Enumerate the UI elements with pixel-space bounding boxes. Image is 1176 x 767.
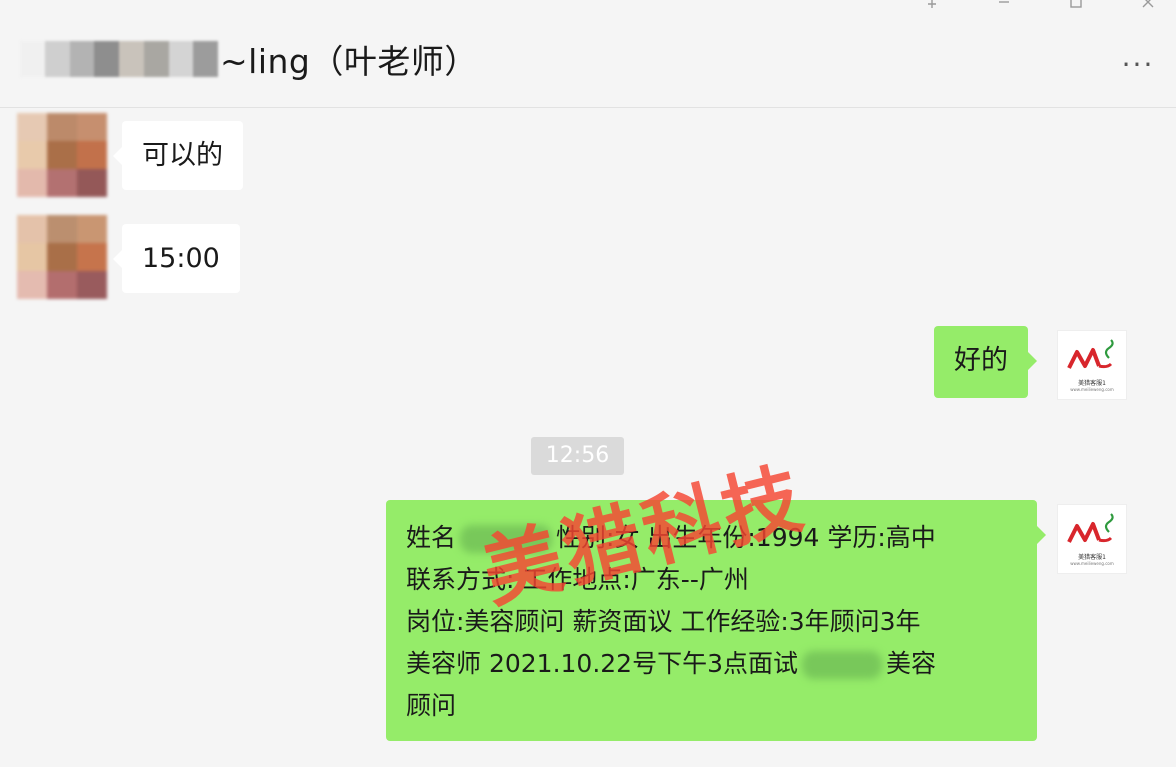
incoming-message[interactable]: 15:00 (113, 224, 240, 293)
incoming-message[interactable]: 可以的 (113, 121, 243, 190)
outgoing-message-long[interactable]: 姓名 性别:女 出生年份:1994 学历:高中 联系方式: 工作地点:广东--广州… (386, 500, 1046, 741)
chat-window: ~ling（叶老师） ··· 可以的 15:00 好的 美猎客服1 www.me… (0, 0, 1176, 767)
self-avatar[interactable]: 美猎客服1 www.meilieweng.com (1057, 330, 1127, 400)
contact-avatar[interactable] (17, 113, 107, 197)
maximize-icon[interactable] (1062, 0, 1090, 10)
window-controls (918, 0, 1162, 10)
message-line: 联系方式: 工作地点:广东--广州 (406, 565, 749, 594)
timestamp: 12:56 (531, 437, 624, 475)
more-options-button[interactable]: ··· (1118, 50, 1158, 80)
message-line: 岗位:美容顾问 薪资面议 工作经验:3年顾问3年 (406, 607, 921, 636)
pin-icon[interactable] (918, 0, 946, 10)
message-line: 美容师 2021.10.22号下午3点面试 美容 (406, 649, 937, 679)
brand-logo-icon (1067, 513, 1114, 543)
chat-title: ~ling（叶老师） (20, 36, 478, 82)
message-text: 可以的 (142, 140, 223, 171)
contact-avatar[interactable] (17, 215, 107, 299)
message-line: 顾问 (406, 691, 457, 720)
outgoing-message[interactable]: 好的 (934, 326, 1037, 398)
message-line: 姓名 性别:女 出生年份:1994 学历:高中 (406, 523, 936, 553)
brand-logo-icon (1067, 339, 1114, 369)
logo-subtext: www.meilieweng.com (1070, 561, 1114, 566)
logo-subtext: www.meilieweng.com (1070, 387, 1114, 392)
close-icon[interactable] (1134, 0, 1162, 10)
redacted-name (20, 41, 218, 77)
redacted-text (460, 525, 553, 553)
chat-title-text: ~ling（叶老师） (220, 42, 478, 81)
redacted-text (802, 651, 882, 679)
minimize-icon[interactable] (990, 0, 1018, 10)
message-text: 好的 (954, 345, 1008, 376)
logo-text: 美猎客服1 (1078, 554, 1106, 561)
self-avatar[interactable]: 美猎客服1 www.meilieweng.com (1057, 504, 1127, 574)
logo-text: 美猎客服1 (1078, 380, 1106, 387)
message-text: 15:00 (142, 243, 220, 274)
title-bar: ~ling（叶老师） ··· (0, 0, 1176, 108)
